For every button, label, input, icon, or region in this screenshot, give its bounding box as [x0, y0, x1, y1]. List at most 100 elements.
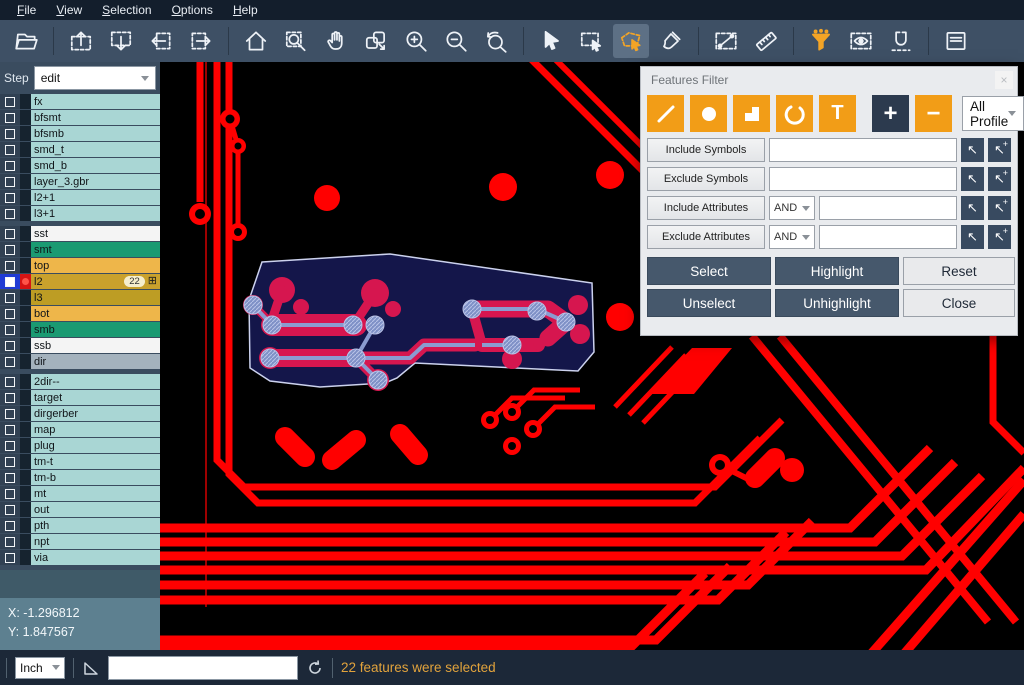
highlight-button[interactable]: Highlight	[775, 257, 899, 285]
layer-name[interactable]: smd_b	[31, 158, 160, 173]
command-input[interactable]	[108, 656, 298, 680]
pick-attribute-button[interactable]: ↖	[961, 225, 984, 249]
layer-visibility-checkbox[interactable]	[0, 486, 20, 501]
zoom-previous-button[interactable]	[478, 24, 514, 58]
select-cursor-button[interactable]	[533, 24, 569, 58]
layer-row-smb[interactable]: smb	[0, 322, 160, 337]
exclude-attributes-input[interactable]	[819, 225, 957, 249]
layer-row-mt[interactable]: mt	[0, 486, 160, 501]
layer-name[interactable]: dirgerber	[31, 406, 160, 421]
filter-funnel-button[interactable]	[803, 24, 839, 58]
layer-visibility-checkbox[interactable]	[0, 390, 20, 405]
layer-row-l2[interactable]: l222⊞	[0, 274, 160, 289]
filter-line-button[interactable]	[647, 95, 684, 132]
pick-symbol-button[interactable]: ↖	[961, 138, 984, 162]
layer-row-bfsmt[interactable]: bfsmt	[0, 110, 160, 125]
layer-name[interactable]: top	[31, 258, 160, 273]
layer-row-via[interactable]: via	[0, 550, 160, 565]
include-attributes-logic-select[interactable]: AND	[769, 196, 815, 220]
layer-visibility-checkbox[interactable]	[0, 306, 20, 321]
layer-row-smd_t[interactable]: smd_t	[0, 142, 160, 157]
layer-name[interactable]: fx	[31, 94, 160, 109]
layer-row-pth[interactable]: pth	[0, 518, 160, 533]
layer-name[interactable]: out	[31, 502, 160, 517]
layer-visibility-checkbox[interactable]	[0, 374, 20, 389]
layer-name[interactable]: tm-t	[31, 454, 160, 469]
grid-icon[interactable]: ⊞	[148, 276, 157, 287]
layer-visibility-checkbox[interactable]	[0, 518, 20, 533]
select-rect-button[interactable]	[573, 24, 609, 58]
layer-visibility-checkbox[interactable]	[0, 174, 20, 189]
profile-select[interactable]: All Profile	[962, 96, 1024, 131]
active-layer-indicator[interactable]	[20, 274, 31, 289]
layer-visibility-checkbox[interactable]	[0, 242, 20, 257]
layer-name[interactable]: l222⊞	[31, 274, 160, 289]
layer-visibility-checkbox[interactable]	[0, 290, 20, 305]
home-button[interactable]	[238, 24, 274, 58]
layer-row-tm-t[interactable]: tm-t	[0, 454, 160, 469]
step-up-button[interactable]	[63, 24, 99, 58]
menu-view[interactable]: View	[47, 1, 91, 19]
zoom-object-button[interactable]	[358, 24, 394, 58]
pick-attribute-button[interactable]: ↖	[961, 196, 984, 220]
pick-add-symbol-button[interactable]: ↖+	[988, 167, 1011, 191]
step-select[interactable]: edit	[34, 66, 156, 90]
filter-negative-button[interactable]: −	[915, 95, 952, 132]
layer-visibility-checkbox[interactable]	[0, 354, 20, 369]
layer-visibility-checkbox[interactable]	[0, 550, 20, 565]
layer-visibility-checkbox[interactable]	[0, 438, 20, 453]
exclude-symbols-button[interactable]: Exclude Symbols	[647, 167, 765, 191]
layer-visibility-checkbox[interactable]	[0, 534, 20, 549]
layer-visibility-checkbox[interactable]	[0, 406, 20, 421]
unselect-button[interactable]: Unselect	[647, 289, 771, 317]
layer-name[interactable]: smd_t	[31, 142, 160, 157]
view-eye-button[interactable]	[843, 24, 879, 58]
pick-add-attribute-button[interactable]: ↖+	[988, 225, 1011, 249]
pick-symbol-button[interactable]: ↖	[961, 167, 984, 191]
layer-name[interactable]: bfsmb	[31, 126, 160, 141]
layer-row-fx[interactable]: fx	[0, 94, 160, 109]
layer-row-layer_3.gbr[interactable]: layer_3.gbr	[0, 174, 160, 189]
layer-name[interactable]: smt	[31, 242, 160, 257]
layer-row-top[interactable]: top	[0, 258, 160, 273]
layer-name[interactable]: 2dir--	[31, 374, 160, 389]
pick-add-symbol-button[interactable]: ↖+	[988, 138, 1011, 162]
layer-visibility-checkbox[interactable]	[0, 274, 20, 289]
layer-visibility-checkbox[interactable]	[0, 158, 20, 173]
menu-file[interactable]: File	[8, 1, 45, 19]
step-down-button[interactable]	[103, 24, 139, 58]
select-button[interactable]: Select	[647, 257, 771, 285]
layer-row-l3+1[interactable]: l3+1	[0, 206, 160, 221]
layer-visibility-checkbox[interactable]	[0, 94, 20, 109]
layer-name[interactable]: npt	[31, 534, 160, 549]
layer-visibility-checkbox[interactable]	[0, 322, 20, 337]
close-icon[interactable]: ×	[995, 71, 1013, 89]
layer-name[interactable]: sst	[31, 226, 160, 241]
layer-row-plug[interactable]: plug	[0, 438, 160, 453]
layer-name[interactable]: via	[31, 550, 160, 565]
layer-name[interactable]: plug	[31, 438, 160, 453]
reset-button[interactable]: Reset	[903, 257, 1015, 285]
layer-name[interactable]: l2+1	[31, 190, 160, 205]
menu-options[interactable]: Options	[163, 1, 222, 19]
layer-row-l2+1[interactable]: l2+1	[0, 190, 160, 205]
filter-text-button[interactable]: T	[819, 95, 856, 132]
zoom-in-button[interactable]	[398, 24, 434, 58]
layer-name[interactable]: bfsmt	[31, 110, 160, 125]
pick-add-attribute-button[interactable]: ↖+	[988, 196, 1011, 220]
layer-visibility-checkbox[interactable]	[0, 126, 20, 141]
layer-visibility-checkbox[interactable]	[0, 190, 20, 205]
layer-visibility-checkbox[interactable]	[0, 206, 20, 221]
layer-row-smt[interactable]: smt	[0, 242, 160, 257]
layer-row-dirgerber[interactable]: dirgerber	[0, 406, 160, 421]
layer-name[interactable]: l3+1	[31, 206, 160, 221]
menu-help[interactable]: Help	[224, 1, 267, 19]
layer-name[interactable]: map	[31, 422, 160, 437]
layer-row-sst[interactable]: sst	[0, 226, 160, 241]
exclude-symbols-input[interactable]	[769, 167, 957, 191]
refresh-icon[interactable]	[306, 659, 324, 677]
layer-row-tm-b[interactable]: tm-b	[0, 470, 160, 485]
exclude-attributes-logic-select[interactable]: AND	[769, 225, 815, 249]
layer-row-bfsmb[interactable]: bfsmb	[0, 126, 160, 141]
clear-brush-button[interactable]	[653, 24, 689, 58]
